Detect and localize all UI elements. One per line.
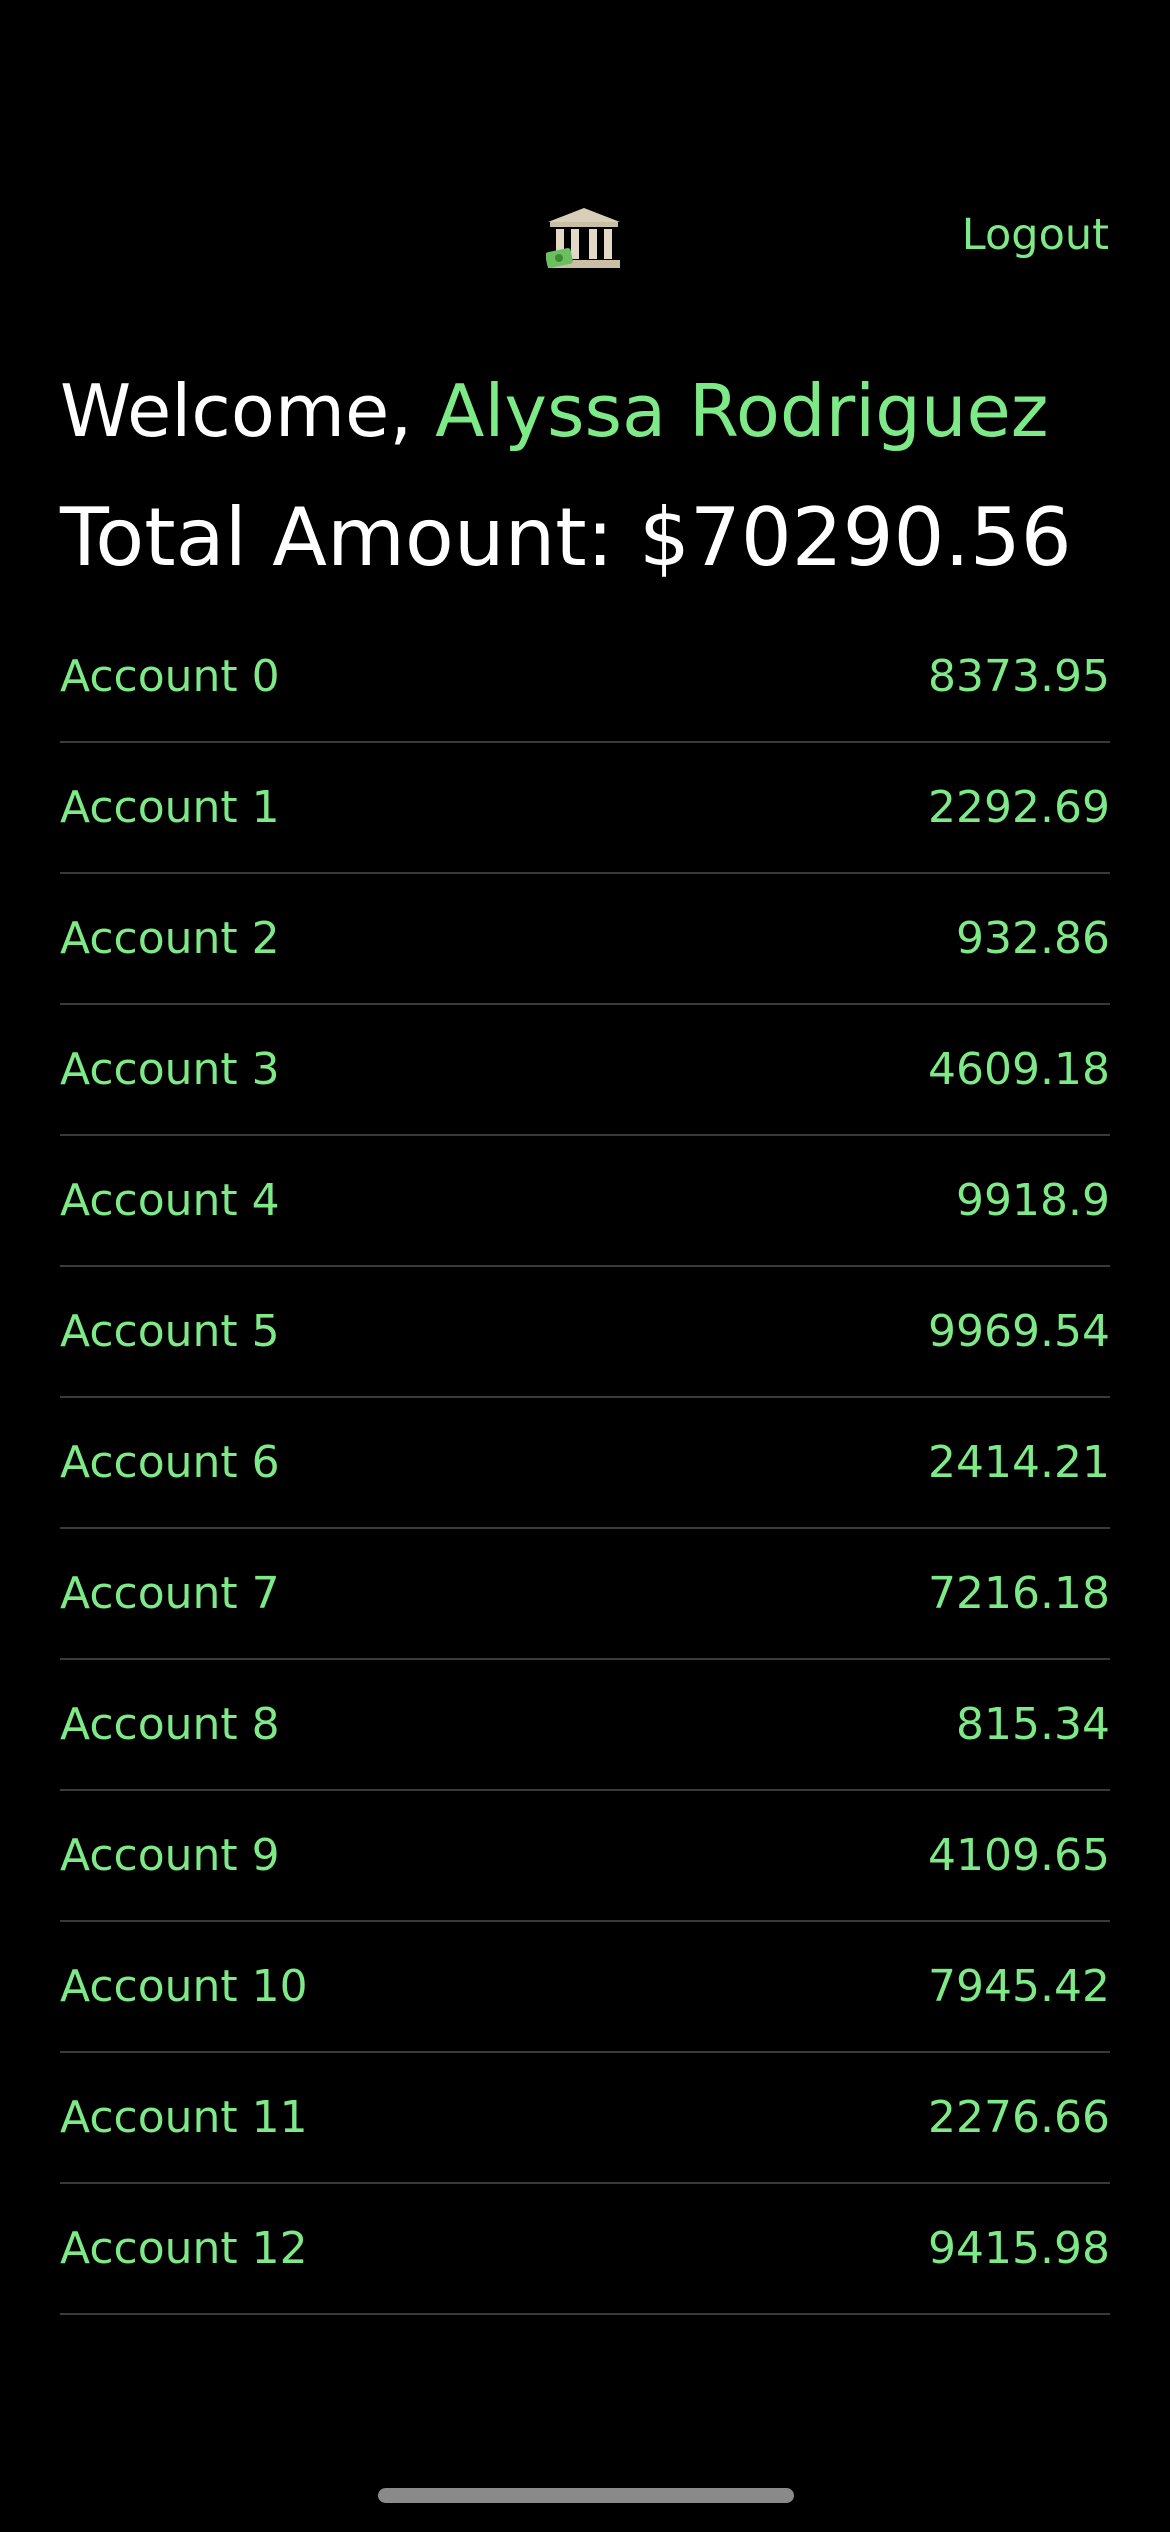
account-amount: 932.86: [956, 913, 1110, 964]
account-list: Account 0 8373.95 Account 1 2292.69 Account …: [60, 612, 1110, 2315]
account-amount: 7945.42: [928, 1961, 1110, 2012]
account-row[interactable]: Account 5 9969.54: [60, 1267, 1110, 1398]
account-name: Account 8: [60, 1699, 280, 1750]
account-row[interactable]: Account 3 4609.18: [60, 1005, 1110, 1136]
account-name: Account 9: [60, 1830, 280, 1881]
welcome-prefix: Welcome,: [60, 369, 436, 453]
account-amount: 8373.95: [928, 651, 1110, 702]
account-amount: 7216.18: [928, 1568, 1110, 1619]
account-amount: 9415.98: [928, 2223, 1110, 2274]
account-row[interactable]: Account 10 7945.42: [60, 1922, 1110, 2053]
account-name: Account 3: [60, 1044, 280, 1095]
account-name: Account 7: [60, 1568, 280, 1619]
logout-button[interactable]: Logout: [962, 205, 1109, 265]
account-amount: 9918.9: [956, 1175, 1110, 1226]
account-amount: 4609.18: [928, 1044, 1110, 1095]
bank-icon: [546, 208, 620, 268]
account-row[interactable]: Account 9 4109.65: [60, 1791, 1110, 1922]
account-amount: 815.34: [956, 1699, 1110, 1750]
account-row[interactable]: Account 0 8373.95: [60, 612, 1110, 743]
account-name: Account 1: [60, 782, 280, 833]
account-row[interactable]: Account 2 932.86: [60, 874, 1110, 1005]
account-row[interactable]: Account 7 7216.18: [60, 1529, 1110, 1660]
home-indicator: [378, 2488, 794, 2503]
account-row[interactable]: Account 4 9918.9: [60, 1136, 1110, 1267]
account-amount: 2276.66: [928, 2092, 1110, 2143]
top-bar: Logout: [0, 0, 1170, 330]
account-amount: 4109.65: [928, 1830, 1110, 1881]
account-name: Account 4: [60, 1175, 280, 1226]
account-row[interactable]: Account 6 2414.21: [60, 1398, 1110, 1529]
account-row[interactable]: Account 1 2292.69: [60, 743, 1110, 874]
account-name: Account 10: [60, 1961, 308, 2012]
account-name: Account 2: [60, 913, 280, 964]
account-row[interactable]: Account 8 815.34: [60, 1660, 1110, 1791]
account-name: Account 0: [60, 651, 280, 702]
account-name: Account 12: [60, 2223, 308, 2274]
account-row[interactable]: Account 11 2276.66: [60, 2053, 1110, 2184]
account-name: Account 6: [60, 1437, 280, 1488]
user-name: Alyssa Rodriguez: [435, 369, 1049, 453]
account-amount: 2292.69: [928, 782, 1110, 833]
account-amount: 9969.54: [928, 1306, 1110, 1357]
account-name: Account 5: [60, 1306, 280, 1357]
welcome-heading: Welcome, Alyssa Rodriguez: [60, 366, 1049, 456]
account-amount: 2414.21: [928, 1437, 1110, 1488]
total-amount: Total Amount: $70290.56: [60, 491, 1072, 584]
account-name: Account 11: [60, 2092, 308, 2143]
account-row[interactable]: Account 12 9415.98: [60, 2184, 1110, 2315]
